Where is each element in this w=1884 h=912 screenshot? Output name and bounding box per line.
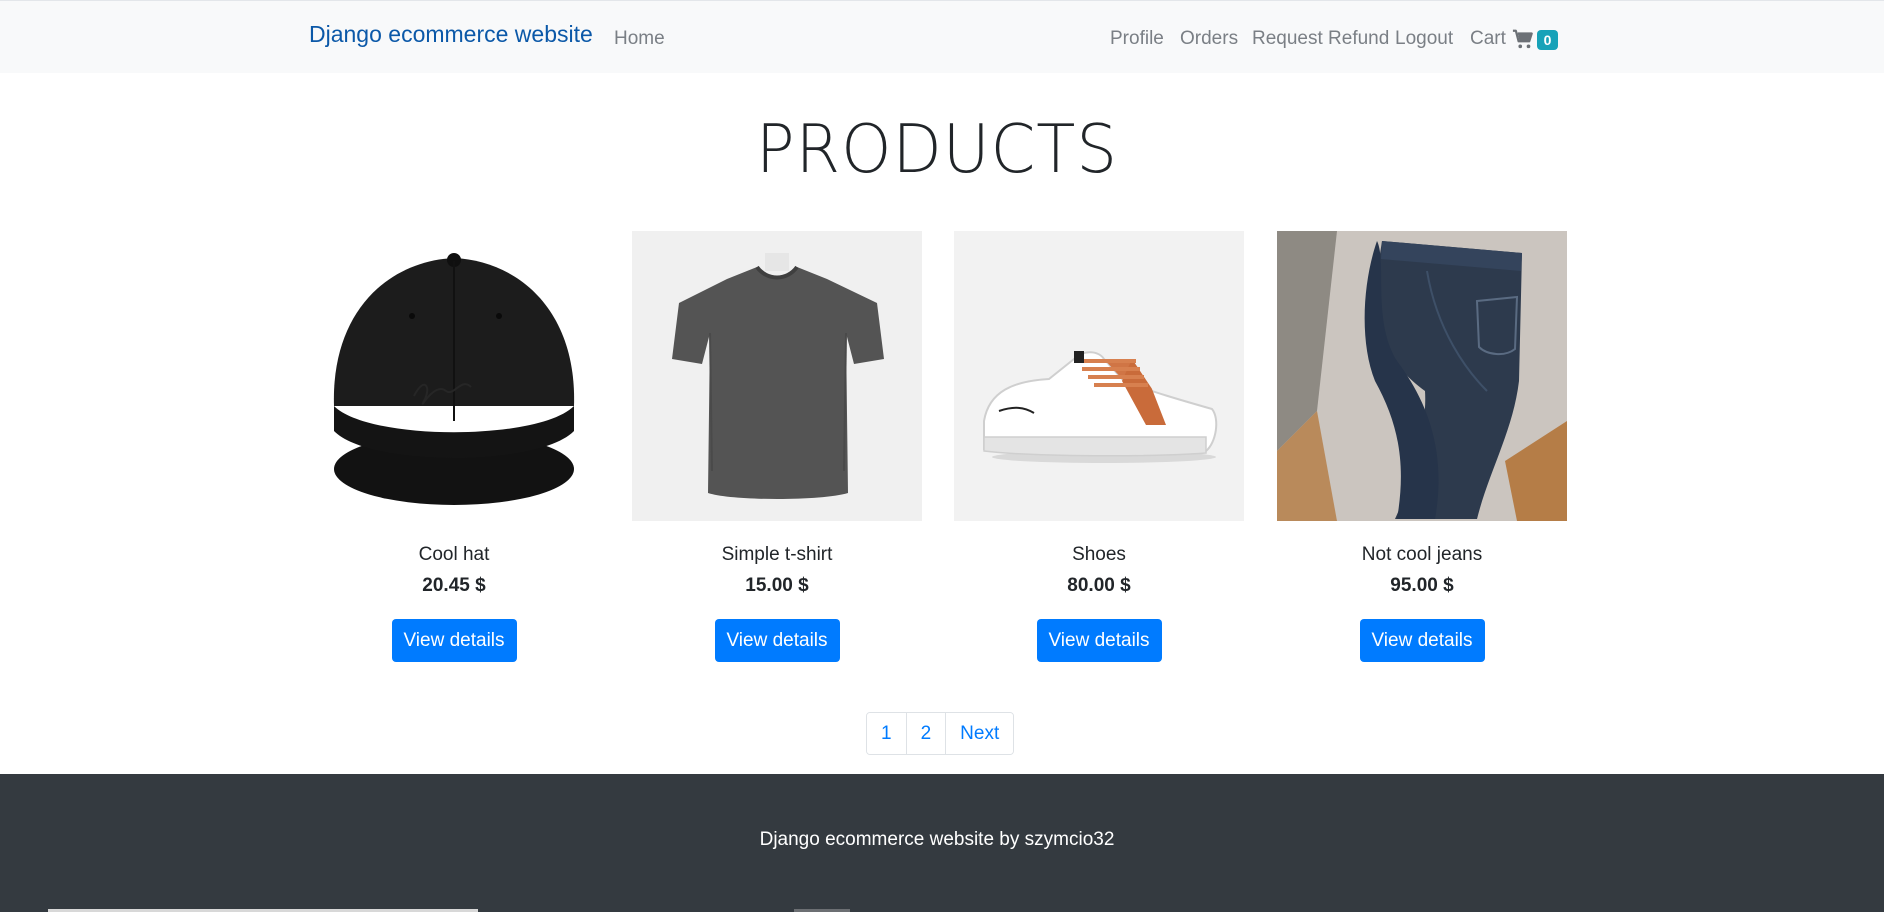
product-image-jeans[interactable] bbox=[1277, 231, 1567, 521]
nav-request-refund[interactable]: Request Refund bbox=[1252, 28, 1389, 50]
nav-cart[interactable]: Cart bbox=[1470, 28, 1506, 50]
footer: Django ecommerce website by szymcio32 bbox=[0, 774, 1884, 912]
shopping-cart-icon[interactable] bbox=[1512, 28, 1534, 50]
cart-count-badge[interactable]: 0 bbox=[1537, 30, 1558, 50]
brand-link[interactable]: Django ecommerce website bbox=[309, 21, 593, 48]
next-page-link[interactable]: Next bbox=[946, 713, 1014, 754]
product-image-shoes[interactable] bbox=[954, 231, 1244, 521]
nav-orders[interactable]: Orders bbox=[1180, 28, 1238, 50]
view-details-button[interactable]: View details bbox=[1036, 619, 1162, 662]
page-title: PRODUCTS bbox=[756, 111, 1118, 189]
nav-logout[interactable]: Logout bbox=[1395, 28, 1453, 50]
product-card: Not cool jeans 95.00 $ View details bbox=[1277, 231, 1567, 662]
view-details-button[interactable]: View details bbox=[391, 619, 517, 662]
page-link-1[interactable]: 1 bbox=[867, 713, 907, 754]
product-name[interactable]: Shoes bbox=[954, 544, 1244, 566]
product-price: 20.45 $ bbox=[422, 575, 486, 596]
product-card: Simple t-shirt 15.00 $ View details bbox=[632, 231, 922, 662]
product-price: 15.00 $ bbox=[745, 575, 809, 596]
product-card: Shoes 80.00 $ View details bbox=[954, 231, 1244, 662]
page-link-2[interactable]: 2 bbox=[906, 713, 947, 754]
product-card: Cool hat 20.45 $ View details bbox=[309, 231, 599, 662]
product-name[interactable]: Cool hat bbox=[309, 544, 599, 566]
view-details-button[interactable]: View details bbox=[1359, 619, 1485, 662]
product-price: 80.00 $ bbox=[1067, 575, 1131, 596]
product-name[interactable]: Not cool jeans bbox=[1277, 544, 1567, 566]
product-name[interactable]: Simple t-shirt bbox=[632, 544, 922, 566]
product-image-tshirt[interactable] bbox=[632, 231, 922, 521]
view-details-button[interactable]: View details bbox=[714, 619, 840, 662]
navbar: Django ecommerce website Home Profile Or… bbox=[0, 0, 1884, 73]
nav-profile[interactable]: Profile bbox=[1110, 28, 1164, 50]
product-price: 95.00 $ bbox=[1390, 575, 1454, 596]
footer-text: Django ecommerce website by szymcio32 bbox=[759, 829, 1115, 850]
product-image-hat[interactable] bbox=[309, 231, 599, 521]
pagination: 1 2 Next bbox=[866, 712, 1015, 755]
nav-home[interactable]: Home bbox=[614, 28, 665, 50]
